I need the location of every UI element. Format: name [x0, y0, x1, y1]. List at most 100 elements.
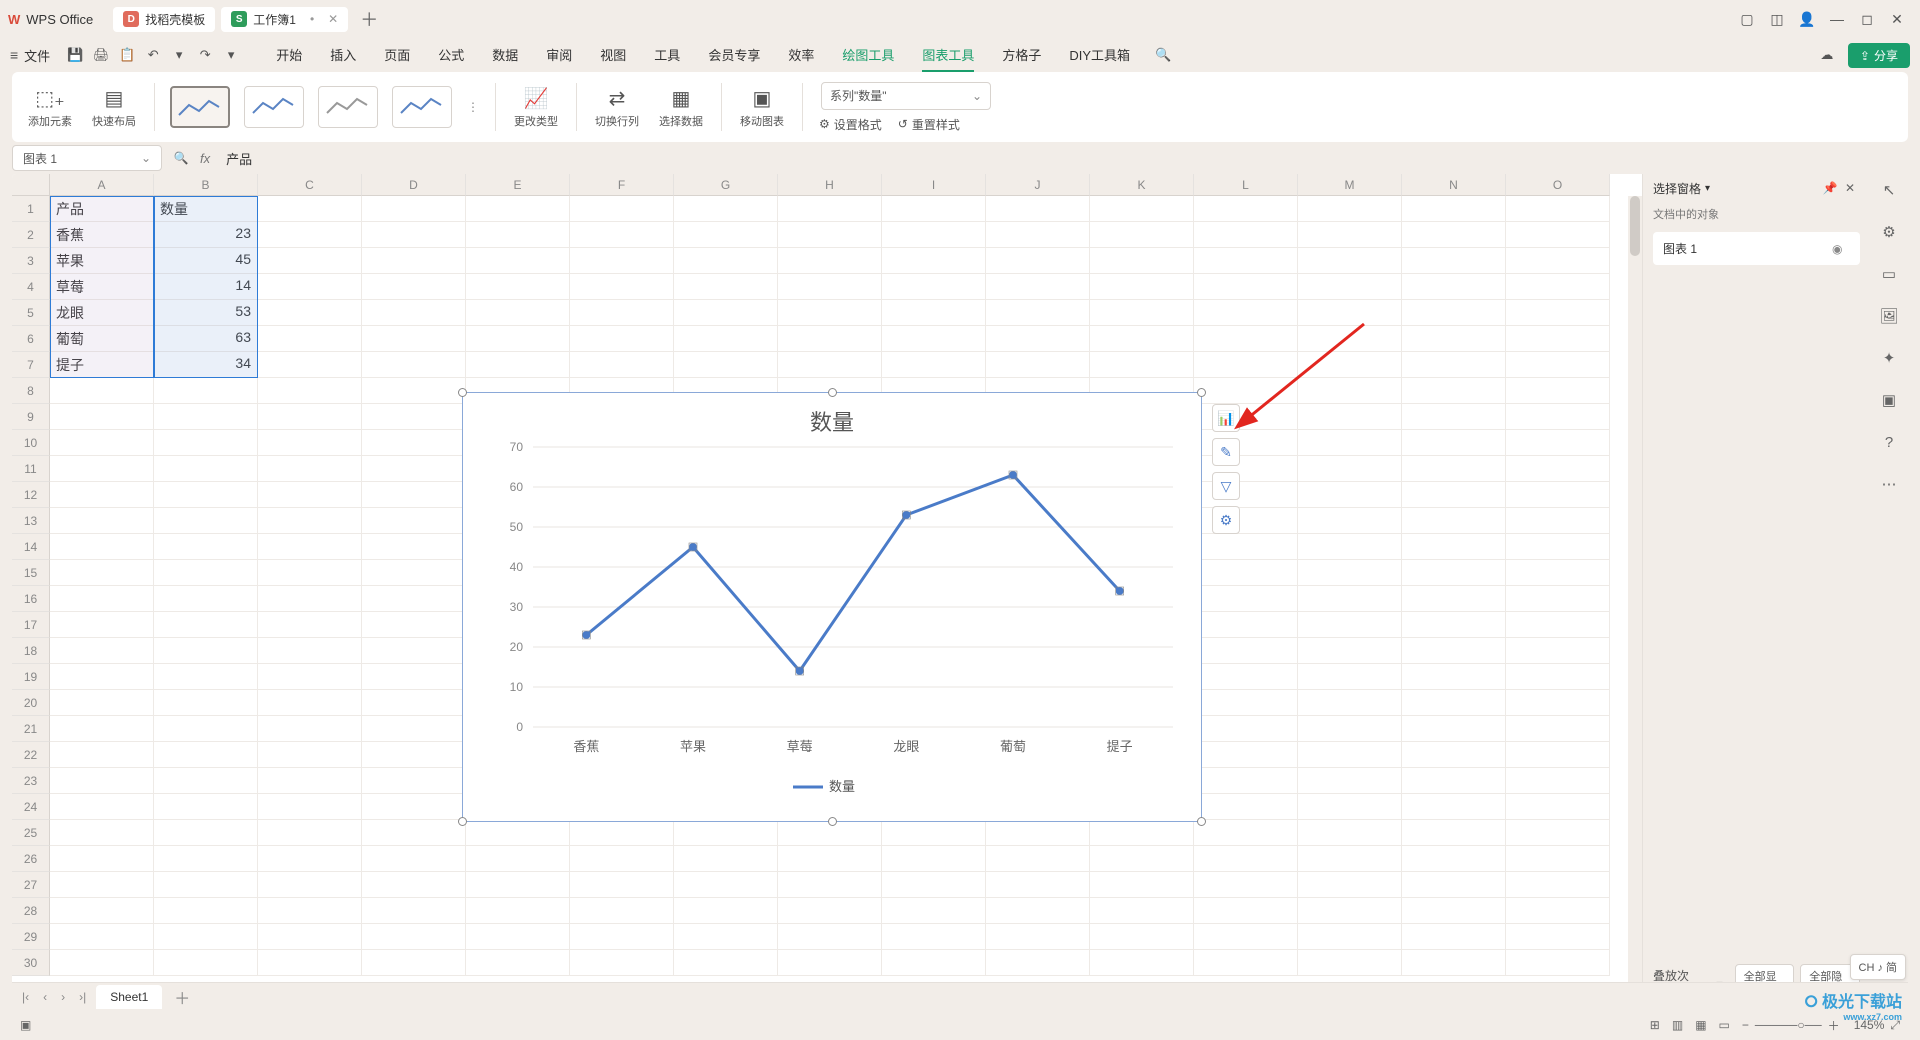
window-multi-icon[interactable]: ▢	[1732, 4, 1762, 34]
row-header-17[interactable]: 17	[12, 612, 50, 638]
row-header-23[interactable]: 23	[12, 768, 50, 794]
row-header-5[interactable]: 5	[12, 300, 50, 326]
sheet-nav-prev[interactable]: ‹	[39, 990, 51, 1004]
window-minimize-icon[interactable]: —	[1822, 4, 1852, 34]
row-header-29[interactable]: 29	[12, 924, 50, 950]
menu-tab-10[interactable]: 绘图工具	[842, 39, 894, 72]
row-header-28[interactable]: 28	[12, 898, 50, 924]
file-menu[interactable]: 文件	[24, 46, 50, 65]
column-header-J[interactable]: J	[986, 174, 1090, 196]
formula-input[interactable]	[220, 145, 1908, 171]
row-header-24[interactable]: 24	[12, 794, 50, 820]
chart-object[interactable]: 数量 010203040506070香蕉苹果草莓龙眼葡萄提子 数量	[462, 392, 1202, 822]
column-header-H[interactable]: H	[778, 174, 882, 196]
quick-preview-icon[interactable]: 📋	[116, 44, 138, 66]
menu-tab-5[interactable]: 审阅	[546, 39, 572, 72]
menu-tab-11[interactable]: 图表工具	[922, 39, 974, 72]
window-user-icon[interactable]: 👤	[1792, 4, 1822, 34]
zoom-level[interactable]: 145%	[1854, 1018, 1885, 1032]
share-button[interactable]: ⇪分享	[1848, 43, 1910, 68]
style-gallery-more[interactable]: ⋮	[463, 100, 483, 114]
tab-close-icon[interactable]: ✕	[328, 12, 338, 26]
chart-data-point-3[interactable]	[902, 511, 910, 519]
row-header-25[interactable]: 25	[12, 820, 50, 846]
resize-handle-ne[interactable]	[1197, 388, 1206, 397]
window-cube-icon[interactable]: ◫	[1762, 4, 1792, 34]
row-header-7[interactable]: 7	[12, 352, 50, 378]
row-header-19[interactable]: 19	[12, 664, 50, 690]
close-icon[interactable]: ✕	[1840, 181, 1860, 195]
ribbon-move-chart[interactable]: ▣ 移动图表	[734, 85, 790, 129]
sheet-nav-next[interactable]: ›	[57, 990, 69, 1004]
chart-style-4[interactable]	[392, 86, 452, 128]
side-size-icon[interactable]: ▣	[1877, 388, 1901, 412]
menu-tab-13[interactable]: DIY工具箱	[1069, 39, 1130, 72]
row-header-26[interactable]: 26	[12, 846, 50, 872]
chart-elements-button[interactable]: 📊	[1212, 404, 1240, 432]
row-header-27[interactable]: 27	[12, 872, 50, 898]
chart-data-point-4[interactable]	[1009, 471, 1017, 479]
resize-handle-n[interactable]	[828, 388, 837, 397]
menu-tab-0[interactable]: 开始	[276, 39, 302, 72]
ribbon-add-element[interactable]: ⬚₊ 添加元素	[22, 85, 78, 129]
cloud-icon[interactable]: ☁	[1816, 44, 1838, 66]
side-settings-icon[interactable]: ⚙	[1877, 220, 1901, 244]
ribbon-set-format[interactable]: ⚙ 设置格式	[819, 116, 882, 133]
search-icon[interactable]: 🔍	[1152, 44, 1174, 66]
column-header-D[interactable]: D	[362, 174, 466, 196]
chevron-down-icon[interactable]: ▾	[1705, 183, 1710, 194]
row-header-4[interactable]: 4	[12, 274, 50, 300]
menu-tab-12[interactable]: 方格子	[1002, 39, 1041, 72]
tab-workbook[interactable]: S 工作簿1 • ✕	[221, 7, 348, 32]
column-header-M[interactable]: M	[1298, 174, 1402, 196]
row-header-12[interactable]: 12	[12, 482, 50, 508]
tab-template[interactable]: D 找稻壳模板	[113, 7, 215, 32]
row-header-11[interactable]: 11	[12, 456, 50, 482]
resize-handle-nw[interactable]	[458, 388, 467, 397]
chart-styles-button[interactable]: ✎	[1212, 438, 1240, 466]
view-page-icon[interactable]: ▥	[1666, 1018, 1689, 1032]
view-layout-icon[interactable]: ▦	[1689, 1018, 1712, 1032]
chart-data-point-0[interactable]	[582, 631, 590, 639]
zoom-out-icon[interactable]: −	[1736, 1018, 1755, 1032]
ribbon-quick-layout[interactable]: ▤ 快速布局	[86, 85, 142, 129]
chart-series-line[interactable]	[586, 475, 1119, 671]
ribbon-swap-rowcol[interactable]: ⇄ 切换行列	[589, 85, 645, 129]
quick-print-icon[interactable]: 🖨	[90, 44, 112, 66]
chart-data-point-5[interactable]	[1116, 587, 1124, 595]
quick-save-icon[interactable]: 💾	[64, 44, 86, 66]
resize-handle-sw[interactable]	[458, 817, 467, 826]
row-header-21[interactable]: 21	[12, 716, 50, 742]
chart-settings-button[interactable]: ⚙	[1212, 506, 1240, 534]
row-header-18[interactable]: 18	[12, 638, 50, 664]
ribbon-select-data[interactable]: ▦ 选择数据	[653, 85, 709, 129]
column-header-F[interactable]: F	[570, 174, 674, 196]
row-header-15[interactable]: 15	[12, 560, 50, 586]
side-help-icon[interactable]: ?	[1877, 430, 1901, 454]
series-selector[interactable]: 系列"数量" ⌄	[821, 82, 991, 110]
column-header-A[interactable]: A	[50, 174, 154, 196]
column-header-G[interactable]: G	[674, 174, 778, 196]
row-header-2[interactable]: 2	[12, 222, 50, 248]
new-tab-button[interactable]: ＋	[360, 6, 378, 32]
menu-tab-6[interactable]: 视图	[600, 39, 626, 72]
ime-indicator[interactable]: CH ♪ 简	[1850, 954, 1907, 980]
row-header-1[interactable]: 1	[12, 196, 50, 222]
view-reading-icon[interactable]: ▭	[1713, 1018, 1736, 1032]
vertical-scrollbar[interactable]	[1628, 196, 1642, 1010]
chart-style-1[interactable]	[170, 86, 230, 128]
fx-search-icon[interactable]: 🔍	[168, 145, 194, 171]
pin-icon[interactable]: 📌	[1820, 181, 1840, 195]
status-record-icon[interactable]: ▣	[14, 1018, 37, 1032]
side-more-icon[interactable]: ⋯	[1877, 472, 1901, 496]
menu-tab-3[interactable]: 公式	[438, 39, 464, 72]
row-header-14[interactable]: 14	[12, 534, 50, 560]
sheet-tab[interactable]: Sheet1	[96, 985, 162, 1009]
menu-tab-2[interactable]: 页面	[384, 39, 410, 72]
resize-handle-se[interactable]	[1197, 817, 1206, 826]
zoom-in-icon[interactable]: ＋	[1822, 1017, 1846, 1034]
column-header-E[interactable]: E	[466, 174, 570, 196]
side-image-icon[interactable]: 🖼	[1877, 304, 1901, 328]
row-header-10[interactable]: 10	[12, 430, 50, 456]
column-header-N[interactable]: N	[1402, 174, 1506, 196]
